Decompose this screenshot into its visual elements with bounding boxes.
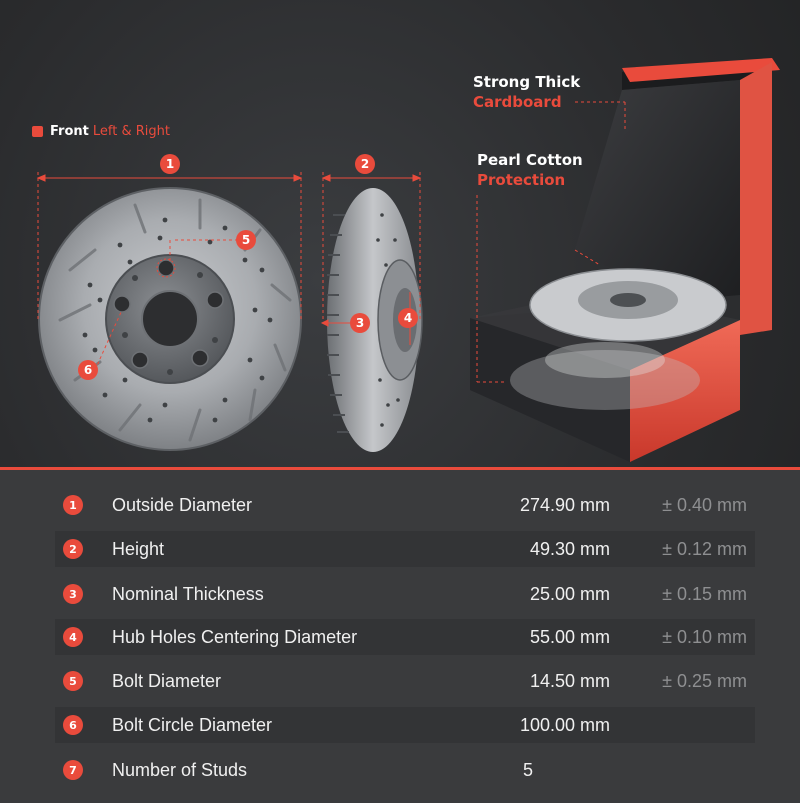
spec-num: 3	[63, 584, 83, 604]
marker-2: 2	[355, 154, 375, 174]
spec-label: Height	[112, 538, 165, 559]
spec-tolerance: ± 0.40 mm	[662, 494, 747, 515]
spec-value: 49.30 mm	[529, 538, 610, 559]
spec-value: 14.50 mm	[529, 670, 610, 691]
spec-num: 4	[63, 627, 83, 647]
spec-row: 1 Outside Diameter 274.90 mm ± 0.40 mm	[55, 487, 755, 523]
spec-label: Outside Diameter	[112, 494, 253, 515]
legend-front-left-right: Front Left & Right	[32, 124, 170, 139]
callout-foam: Pearl Cotton Protection	[477, 150, 583, 190]
spec-num: 7	[63, 760, 83, 780]
spec-row: 2 Height 49.30 mm ± 0.12 mm	[55, 531, 755, 567]
callout-cardboard-line2: Cardboard	[473, 93, 562, 111]
spec-row: 6 Bolt Circle Diameter 100.00 mm	[55, 707, 755, 743]
legend-square-icon	[32, 126, 43, 137]
rotor-front-view	[38, 187, 302, 451]
spec-row: 5 Bolt Diameter 14.50 mm ± 0.25 mm	[55, 663, 755, 699]
spec-tolerance: ± 0.15 mm	[662, 583, 747, 604]
callout-foam-line1: Pearl Cotton	[477, 151, 583, 169]
spec-value: 274.90 mm	[519, 494, 610, 515]
legend-title: Front	[50, 124, 89, 139]
spec-value: 55.00 mm	[529, 626, 610, 647]
spec-row: 4 Hub Holes Centering Diameter 55.00 mm …	[55, 619, 755, 655]
spec-label: Bolt Circle Diameter	[112, 714, 273, 735]
product-illustration	[36, 58, 780, 462]
spec-label: Bolt Diameter	[112, 670, 222, 691]
spec-row: 3 Nominal Thickness 25.00 mm ± 0.15 mm	[55, 576, 755, 612]
packaging-box	[470, 58, 780, 462]
spec-table: 1 Outside Diameter 274.90 mm ± 0.40 mm 2…	[0, 467, 800, 803]
marker-1: 1	[160, 154, 180, 174]
spec-tolerance: ± 0.10 mm	[662, 626, 747, 647]
spec-tolerance: ± 0.12 mm	[662, 538, 747, 559]
spec-label: Hub Holes Centering Diameter	[112, 626, 358, 647]
spec-value: 100.00 mm	[519, 714, 610, 735]
callout-cardboard: Strong Thick Cardboard	[473, 72, 580, 112]
spec-label: Nominal Thickness	[112, 583, 264, 604]
spec-num: 6	[63, 715, 83, 735]
spec-num: 2	[63, 539, 83, 559]
spec-tolerance: ± 0.25 mm	[662, 670, 747, 691]
spec-value: 5	[522, 759, 533, 780]
callout-foam-line2: Protection	[477, 171, 566, 189]
spec-num: 1	[63, 495, 83, 515]
marker-3: 3	[350, 313, 370, 333]
spec-row: 7 Number of Studs 5	[55, 752, 755, 788]
marker-6: 6	[78, 360, 98, 380]
callout-cardboard-line1: Strong Thick	[473, 73, 581, 91]
spec-label: Number of Studs	[112, 759, 248, 780]
spec-value: 25.00 mm	[529, 583, 610, 604]
marker-5: 5	[236, 230, 256, 250]
spec-num: 5	[63, 671, 83, 691]
marker-4: 4	[398, 308, 418, 328]
legend-subtitle: Left & Right	[92, 124, 170, 139]
